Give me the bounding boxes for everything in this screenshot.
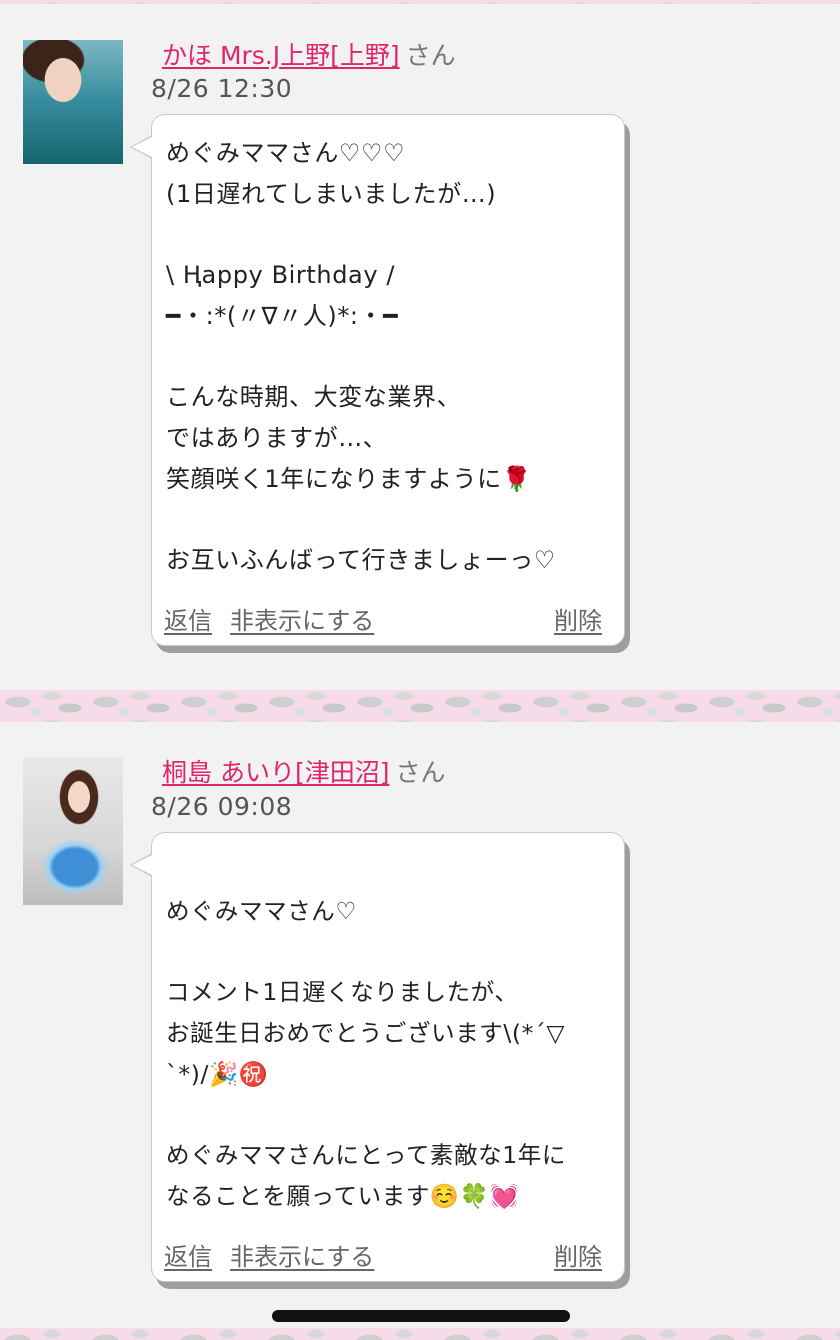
author-line: 桐島 あいり[津田沼] さん [162, 757, 445, 789]
delete-link[interactable]: 削除 [554, 1239, 602, 1275]
author-honorific: さん [405, 41, 456, 70]
author-line: かほ Mrs.J上野[上野] さん [162, 40, 456, 72]
post-timestamp: 8/26 09:08 [151, 792, 293, 821]
home-indicator[interactable] [272, 1310, 570, 1322]
message-bubble: めぐみママさん♡♡♡ (1日遅れてしまいましたが…) \ Ⱨappy Birth… [130, 114, 625, 646]
post-actions: 返信 非表示にする 削除 [164, 1239, 602, 1275]
author-honorific: さん [395, 758, 446, 787]
post-actions: 返信 非表示にする 削除 [164, 603, 602, 639]
message-text: めぐみママさん♡ コメント1日遅くなりましたが、 お誕生日おめでとうございます\… [166, 896, 566, 1210]
comment-feed: かほ Mrs.J上野[上野] さん 8/26 12:30 めぐみママさん♡♡♡ (… [0, 0, 840, 1340]
author-avatar[interactable] [23, 757, 123, 905]
reply-link[interactable]: 返信 [164, 1239, 212, 1275]
message-text: めぐみママさん♡♡♡ (1日遅れてしまいましたが…) \ Ⱨappy Birth… [166, 139, 556, 575]
post-timestamp: 8/26 12:30 [151, 74, 293, 103]
hide-link[interactable]: 非表示にする [230, 603, 374, 639]
delete-link[interactable]: 削除 [554, 603, 602, 639]
bubble-tail [130, 135, 152, 159]
author-name-link[interactable]: 桐島 あいり[津田沼] [162, 758, 389, 787]
reply-link[interactable]: 返信 [164, 603, 212, 639]
leopard-divider-bottom [0, 1328, 840, 1340]
message-bubble: めぐみママさん♡ コメント1日遅くなりましたが、 お誕生日おめでとうございます\… [130, 832, 625, 1282]
hide-link[interactable]: 非表示にする [230, 1239, 374, 1275]
bubble-tail [130, 853, 152, 877]
leopard-divider [0, 690, 840, 722]
leopard-divider-top [0, 0, 840, 4]
author-name-link[interactable]: かほ Mrs.J上野[上野] [162, 41, 400, 70]
author-avatar[interactable] [23, 40, 123, 164]
